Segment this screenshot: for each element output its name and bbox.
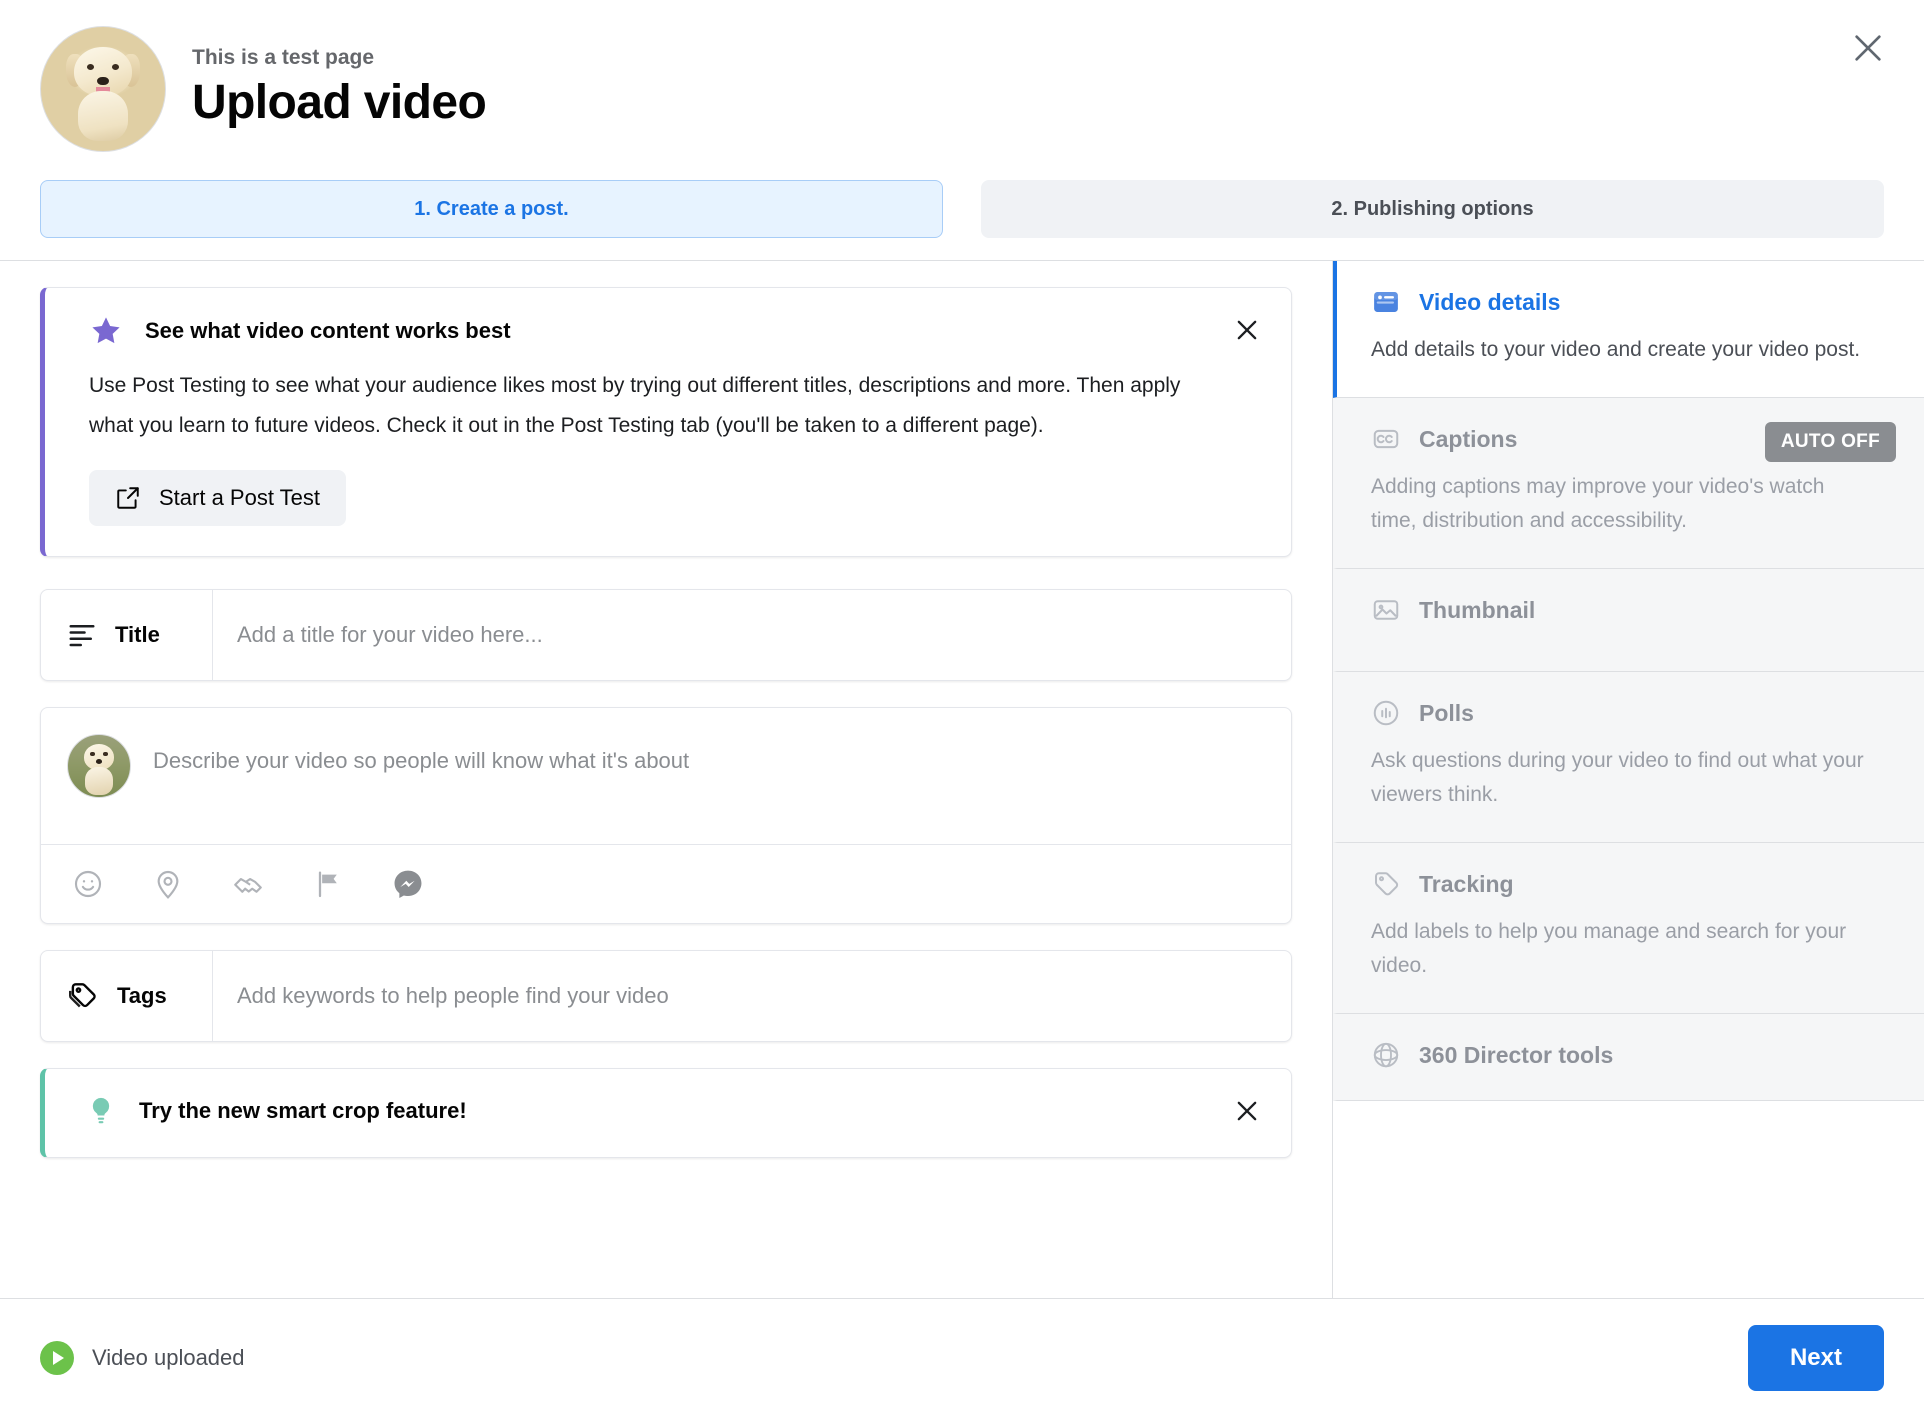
emoji-button[interactable] — [67, 863, 109, 905]
messenger-icon — [391, 867, 425, 901]
sidebar-item-tracking[interactable]: Tracking Add labels to help you manage a… — [1333, 843, 1924, 1014]
sidebar-item-tracking-label: Tracking — [1419, 871, 1514, 898]
sidebar-item-360-director-tools-header: 360 Director tools — [1371, 1040, 1890, 1070]
title-field-label-group: Title — [41, 590, 213, 680]
check-in-button[interactable] — [147, 863, 189, 905]
dialog-body: See what video content works best Use Po… — [0, 261, 1924, 1298]
sidebar-item-polls-description: Ask questions during your video to find … — [1371, 744, 1871, 812]
video-details-icon — [1371, 287, 1401, 317]
main-content-column: See what video content works best Use Po… — [0, 261, 1332, 1298]
tag-icon — [67, 980, 99, 1012]
title-field-row: Title Add a title for your video here... — [40, 589, 1292, 681]
poll-bars-icon — [1371, 698, 1401, 728]
tags-field-row: Tags Add keywords to help people find yo… — [40, 950, 1292, 1042]
page-avatar — [40, 26, 166, 152]
sidebar-item-polls-label: Polls — [1419, 700, 1474, 727]
composer-avatar-body — [85, 767, 112, 794]
composer-avatar-eye-left — [90, 752, 94, 756]
sidebar-item-captions-label: Captions — [1419, 426, 1517, 453]
tab-publishing-options[interactable]: 2. Publishing options — [981, 180, 1884, 238]
video-options-sidebar: Video details Add details to your video … — [1332, 261, 1924, 1298]
dialog-header: This is a test page Upload video — [0, 0, 1924, 152]
composer-avatar-head — [84, 744, 114, 770]
upload-video-dialog: This is a test page Upload video 1. Crea… — [0, 0, 1924, 1416]
sidebar-item-360-director-tools[interactable]: 360 Director tools — [1333, 1014, 1924, 1101]
start-post-test-button[interactable]: Start a Post Test — [89, 470, 346, 526]
captions-auto-off-badge[interactable]: AUTO OFF — [1765, 422, 1896, 462]
smart-crop-promo-close-button[interactable] — [1227, 1091, 1267, 1131]
smart-crop-promo-title: Try the new smart crop feature! — [139, 1098, 467, 1124]
avatar-nose — [97, 77, 108, 86]
location-pin-icon — [152, 868, 184, 900]
upload-status: Video uploaded — [40, 1341, 245, 1375]
header-row: This is a test page Upload video — [40, 26, 1884, 152]
external-link-icon — [115, 485, 141, 511]
sidebar-item-captions-description: Adding captions may improve your video's… — [1371, 470, 1871, 538]
handshake-icon — [231, 867, 265, 901]
tags-input[interactable]: Add keywords to help people find your vi… — [213, 951, 1291, 1041]
sidebar-item-video-details-header: Video details — [1371, 287, 1890, 317]
sidebar-item-tracking-description: Add labels to help you manage and search… — [1371, 915, 1871, 983]
step-tabs: 1. Create a post. 2. Publishing options — [0, 152, 1924, 260]
avatar-body — [78, 91, 128, 141]
image-icon — [1371, 595, 1401, 625]
tab-publishing-options-label: 2. Publishing options — [1331, 198, 1533, 221]
sidebar-item-thumbnail[interactable]: Thumbnail — [1333, 569, 1924, 672]
sidebar-item-video-details-description: Add details to your video and create you… — [1371, 333, 1871, 367]
flag-icon — [312, 868, 344, 900]
close-icon — [1233, 1097, 1261, 1125]
post-testing-promo-close-button[interactable] — [1227, 310, 1267, 350]
dialog-footer: Video uploaded Next — [0, 1298, 1924, 1416]
description-placeholder: Describe your video so people will know … — [153, 734, 689, 774]
tag-outline-icon — [1371, 869, 1401, 899]
emoji-icon — [72, 868, 104, 900]
smart-crop-promo-header: Try the new smart crop feature! — [85, 1095, 1263, 1127]
smart-crop-promo-card: Try the new smart crop feature! — [40, 1068, 1292, 1158]
sidebar-item-captions[interactable]: Captions AUTO OFF Adding captions may im… — [1333, 398, 1924, 569]
closed-caption-icon — [1371, 424, 1401, 454]
header-text: This is a test page Upload video — [192, 45, 486, 133]
globe-360-icon — [1371, 1040, 1401, 1070]
description-composer: Describe your video so people will know … — [40, 707, 1292, 924]
dialog-close-button[interactable] — [1840, 20, 1896, 76]
text-lines-icon — [67, 620, 97, 650]
composer-avatar-eye-right — [103, 752, 107, 756]
tags-field-label-group: Tags — [41, 951, 213, 1041]
sidebar-item-polls[interactable]: Polls Ask questions during your video to… — [1333, 672, 1924, 843]
description-input-area[interactable]: Describe your video so people will know … — [41, 708, 1291, 845]
tags-field-label: Tags — [117, 983, 167, 1009]
branded-content-button[interactable] — [227, 863, 269, 905]
start-post-test-label: Start a Post Test — [159, 485, 320, 511]
sidebar-item-thumbnail-label: Thumbnail — [1419, 597, 1535, 624]
play-circle-icon — [40, 1341, 74, 1375]
lightbulb-icon — [85, 1095, 117, 1127]
sidebar-item-360-director-tools-label: 360 Director tools — [1419, 1042, 1613, 1069]
composer-toolbar — [41, 845, 1291, 923]
close-icon — [1851, 31, 1885, 65]
post-testing-promo-header: See what video content works best — [89, 314, 1263, 348]
title-input[interactable]: Add a title for your video here... — [213, 590, 1291, 680]
sidebar-item-tracking-header: Tracking — [1371, 869, 1890, 899]
close-icon — [1233, 316, 1261, 344]
sidebar-item-thumbnail-header: Thumbnail — [1371, 595, 1890, 625]
tab-create-a-post-label: 1. Create a post. — [414, 198, 569, 221]
sidebar-item-video-details[interactable]: Video details Add details to your video … — [1333, 261, 1924, 398]
page-name: This is a test page — [192, 45, 486, 71]
title-field-label: Title — [115, 622, 160, 648]
post-testing-promo-title: See what video content works best — [145, 318, 511, 344]
post-testing-promo-body: Use Post Testing to see what your audien… — [89, 366, 1219, 446]
star-icon — [89, 314, 123, 348]
flag-button[interactable] — [307, 863, 349, 905]
messenger-button[interactable] — [387, 863, 429, 905]
post-testing-promo-card: See what video content works best Use Po… — [40, 287, 1292, 557]
upload-status-text: Video uploaded — [92, 1345, 245, 1371]
sidebar-item-polls-header: Polls — [1371, 698, 1890, 728]
sidebar-item-video-details-label: Video details — [1419, 289, 1560, 316]
page-title: Upload video — [192, 73, 486, 133]
play-triangle — [53, 1351, 64, 1365]
composer-avatar-nose — [96, 759, 102, 764]
tab-create-a-post[interactable]: 1. Create a post. — [40, 180, 943, 238]
next-button[interactable]: Next — [1748, 1325, 1884, 1391]
composer-avatar — [67, 734, 131, 798]
